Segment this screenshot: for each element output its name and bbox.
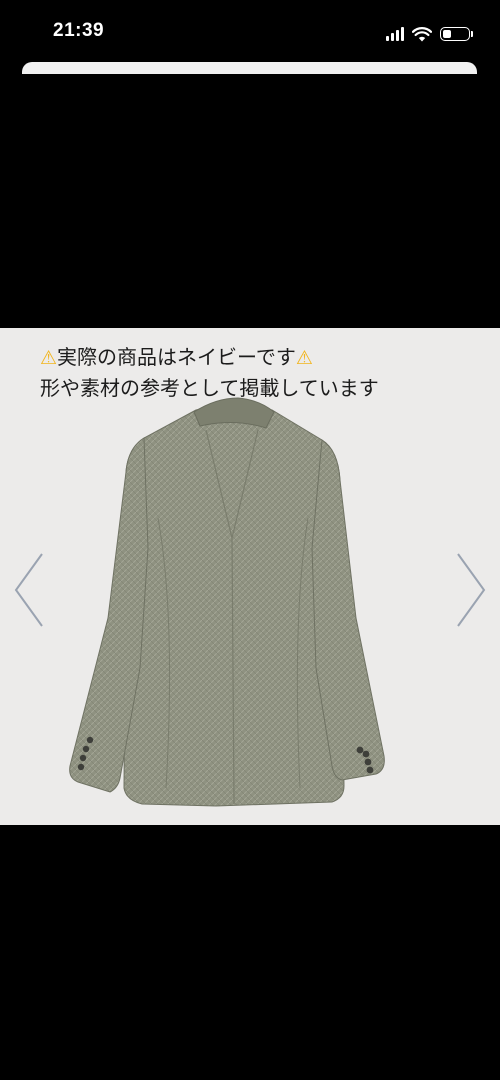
status-time: 21:39 xyxy=(53,20,105,41)
battery-level xyxy=(443,30,451,38)
sheet-top-edge xyxy=(22,62,477,74)
cellular-signal-icon xyxy=(386,27,404,41)
status-icons xyxy=(386,24,473,44)
caption-line-1-text: 実際の商品はネイビーです xyxy=(57,345,296,369)
chevron-right-icon[interactable] xyxy=(454,550,488,630)
status-bar: 21:39 xyxy=(0,0,500,62)
listing-image-viewer[interactable]: ⚠実際の商品はネイビーです⚠ 形や素材の参考として掲載しています xyxy=(0,328,500,825)
warning-icon: ⚠ xyxy=(295,347,313,369)
wifi-icon xyxy=(412,26,432,41)
battery-icon xyxy=(440,27,473,41)
chevron-left-icon[interactable] xyxy=(12,550,46,630)
jacket-back-photo xyxy=(69,397,385,807)
warning-icon: ⚠ xyxy=(40,347,58,369)
